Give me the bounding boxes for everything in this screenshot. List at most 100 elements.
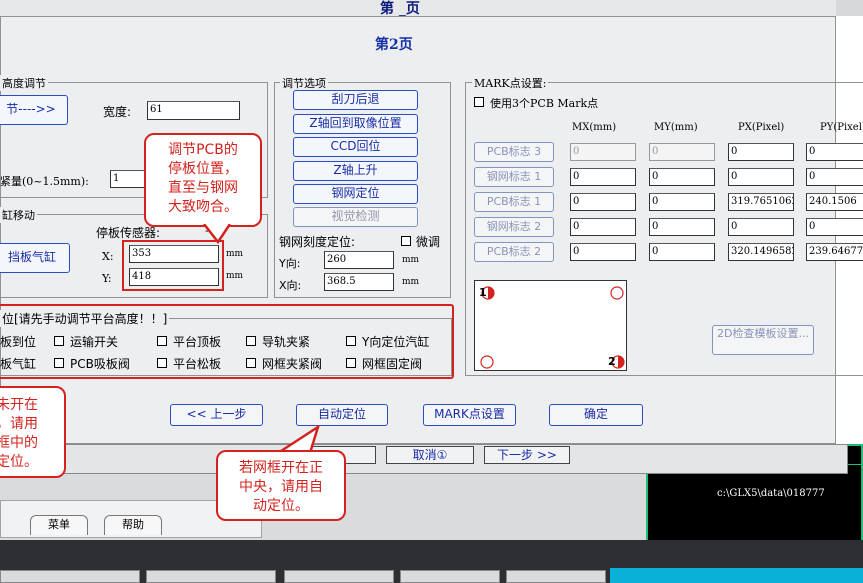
pcb-mark-3-button[interactable]: PCB标志 3 (474, 142, 554, 162)
callout-line: ，请用 (0, 416, 38, 432)
dialog-title: 第2页 (375, 37, 413, 53)
mark-row-my[interactable]: 0 (649, 243, 715, 261)
signal-label: 导轨夹紧 (262, 335, 311, 349)
mark-settings-button[interactable]: MARK点设置 (423, 404, 516, 426)
callout-line: 停板位置， (168, 161, 238, 177)
baffle-cylinder-button[interactable]: 挡板气缸 (0, 243, 70, 273)
z-axis-up-button[interactable]: Z轴上升 (293, 161, 418, 181)
mark-2-label: 2 (608, 355, 616, 368)
cylinder-move-label: 缸移动 (0, 207, 37, 223)
mark-corner-circle (610, 286, 624, 300)
signal-label: 平台松板 (173, 357, 222, 371)
fine-tune-label: 微调 (416, 235, 441, 249)
stencil-y-input[interactable]: 260 (324, 251, 394, 269)
signal-label: 平台顶板 (173, 335, 222, 349)
stencil-position-button[interactable]: 钢网定位 (293, 184, 418, 204)
background-path-text: c:\GLX5\data\018777 (717, 488, 825, 499)
squeegee-back-button[interactable]: 刮刀后退 (293, 90, 418, 110)
stencil-mark-2-button[interactable]: 钢网标志 2 (474, 217, 554, 237)
height-adjust-button[interactable]: 节---->> (0, 95, 68, 125)
signal-label: 运输开关 (70, 335, 119, 349)
x-unit: mm (226, 249, 244, 259)
width-input[interactable]: 61 (147, 101, 240, 120)
mark-row-px[interactable]: 0 (728, 218, 794, 236)
mark-row-mx[interactable]: 0 (570, 193, 636, 211)
mark-corner-circle (480, 355, 494, 369)
taskbar-slot (284, 570, 394, 583)
mark-row-py[interactable]: 0 (806, 218, 863, 236)
mark-row-py[interactable]: 0 (806, 168, 863, 186)
pcb-mark-1-button[interactable]: PCB标志 1 (474, 192, 554, 212)
taskbar-slot (400, 570, 500, 583)
tab-menu[interactable]: 菜单 (30, 515, 88, 535)
2d-check-template-button[interactable]: 2D检查模板设置... (712, 325, 814, 355)
signal-label: 板气缸 (0, 357, 37, 371)
mark-row-px[interactable]: 319.7651062 (728, 193, 794, 211)
mark-preview-canvas (474, 280, 627, 371)
auto-position-button[interactable]: 自动定位 (296, 404, 388, 426)
taskbar-slot (506, 570, 606, 583)
mark-row-mx[interactable]: 0 (570, 143, 636, 161)
vision-check-button[interactable]: 视觉检测 (293, 207, 418, 227)
background-cancel-button[interactable]: 取消① (386, 446, 474, 464)
frame-fix-valve-checkbox[interactable] (346, 358, 356, 368)
mark-row-py[interactable]: 240.1506 (806, 193, 863, 211)
mark-preview-drawing (480, 286, 625, 369)
mark-row-my[interactable]: 0 (649, 193, 715, 211)
ccd-home-button[interactable]: CCD回位 (293, 137, 418, 157)
background-next-button[interactable]: 下一步 >> (484, 446, 570, 464)
use-3-marks-label: 使用3个PCB Mark点 (490, 97, 599, 110)
mark-row-px[interactable]: 0 (728, 168, 794, 186)
mark-row-my[interactable]: 0 (649, 168, 715, 186)
fine-tune-checkbox[interactable] (401, 236, 411, 246)
mark-row-py[interactable]: 0 (806, 143, 863, 161)
callout-line: 直至与钢网 (168, 180, 238, 196)
background-window-strip (0, 0, 863, 16)
tab-help[interactable]: 帮助 (104, 515, 162, 535)
rail-clamp-checkbox[interactable] (246, 336, 256, 346)
xy-highlight-box (122, 240, 224, 291)
mark-row-my[interactable]: 0 (649, 218, 715, 236)
header-py: PY(Pixel) (820, 122, 863, 133)
use-3-marks-checkbox[interactable] (474, 97, 484, 107)
adjust-options-label: 调节选项 (280, 75, 328, 91)
pcb-callout-pointer (203, 224, 232, 244)
pcb-mark-2-button[interactable]: PCB标志 2 (474, 242, 554, 262)
stencil-y-unit: mm (402, 255, 420, 265)
stencil-x-unit: mm (402, 277, 420, 287)
mark-row-mx[interactable]: 0 (570, 218, 636, 236)
mark-row-mx[interactable]: 0 (570, 168, 636, 186)
callout-line: 动定位。 (253, 498, 309, 514)
mark-row-py[interactable]: 239.646774 (806, 243, 863, 261)
signal-label: 网框夹紧阀 (262, 357, 323, 371)
mark-settings-label: MARK点设置: (472, 75, 549, 91)
pcb-vacuum-checkbox[interactable] (54, 358, 64, 368)
y-locate-cylinder-checkbox[interactable] (346, 336, 356, 346)
taskbar-slot (146, 570, 276, 583)
signal-label: 板到位 (0, 335, 37, 349)
header-mx: MX(mm) (572, 122, 617, 133)
left-instruction-callout: 未开在 ，请用 框中的 定位。 (0, 386, 66, 478)
header-my: MY(mm) (654, 122, 698, 133)
ok-button[interactable]: 确定 (549, 404, 643, 426)
frame-clamp-valve-checkbox[interactable] (246, 358, 256, 368)
signal-label: PCB吸板阀 (70, 357, 130, 371)
callout-line: 中央，请用自 (239, 479, 323, 495)
taskbar-status (610, 568, 863, 583)
stencil-mark-1-button[interactable]: 钢网标志 1 (474, 167, 554, 187)
mark-row-px[interactable]: 320.1496582 (728, 243, 794, 261)
platform-lift-checkbox[interactable] (157, 336, 167, 346)
mark-row-my[interactable]: 0 (649, 143, 715, 161)
mark-row-px[interactable]: 0 (728, 143, 794, 161)
taskbar-slot (0, 570, 140, 583)
previous-step-button[interactable]: << 上一步 (170, 404, 263, 426)
callout-line: 若网框开在正 (239, 460, 323, 476)
platform-release-checkbox[interactable] (157, 358, 167, 368)
stencil-x-input[interactable]: 368.5 (324, 273, 394, 291)
mark-1-fill (488, 287, 494, 299)
mark-2-fill (618, 356, 624, 368)
mark-row-mx[interactable]: 0 (570, 243, 636, 261)
z-axis-capture-button[interactable]: Z轴回到取像位置 (293, 114, 418, 134)
x-label: X: (102, 250, 114, 263)
transport-switch-checkbox[interactable] (54, 336, 64, 346)
